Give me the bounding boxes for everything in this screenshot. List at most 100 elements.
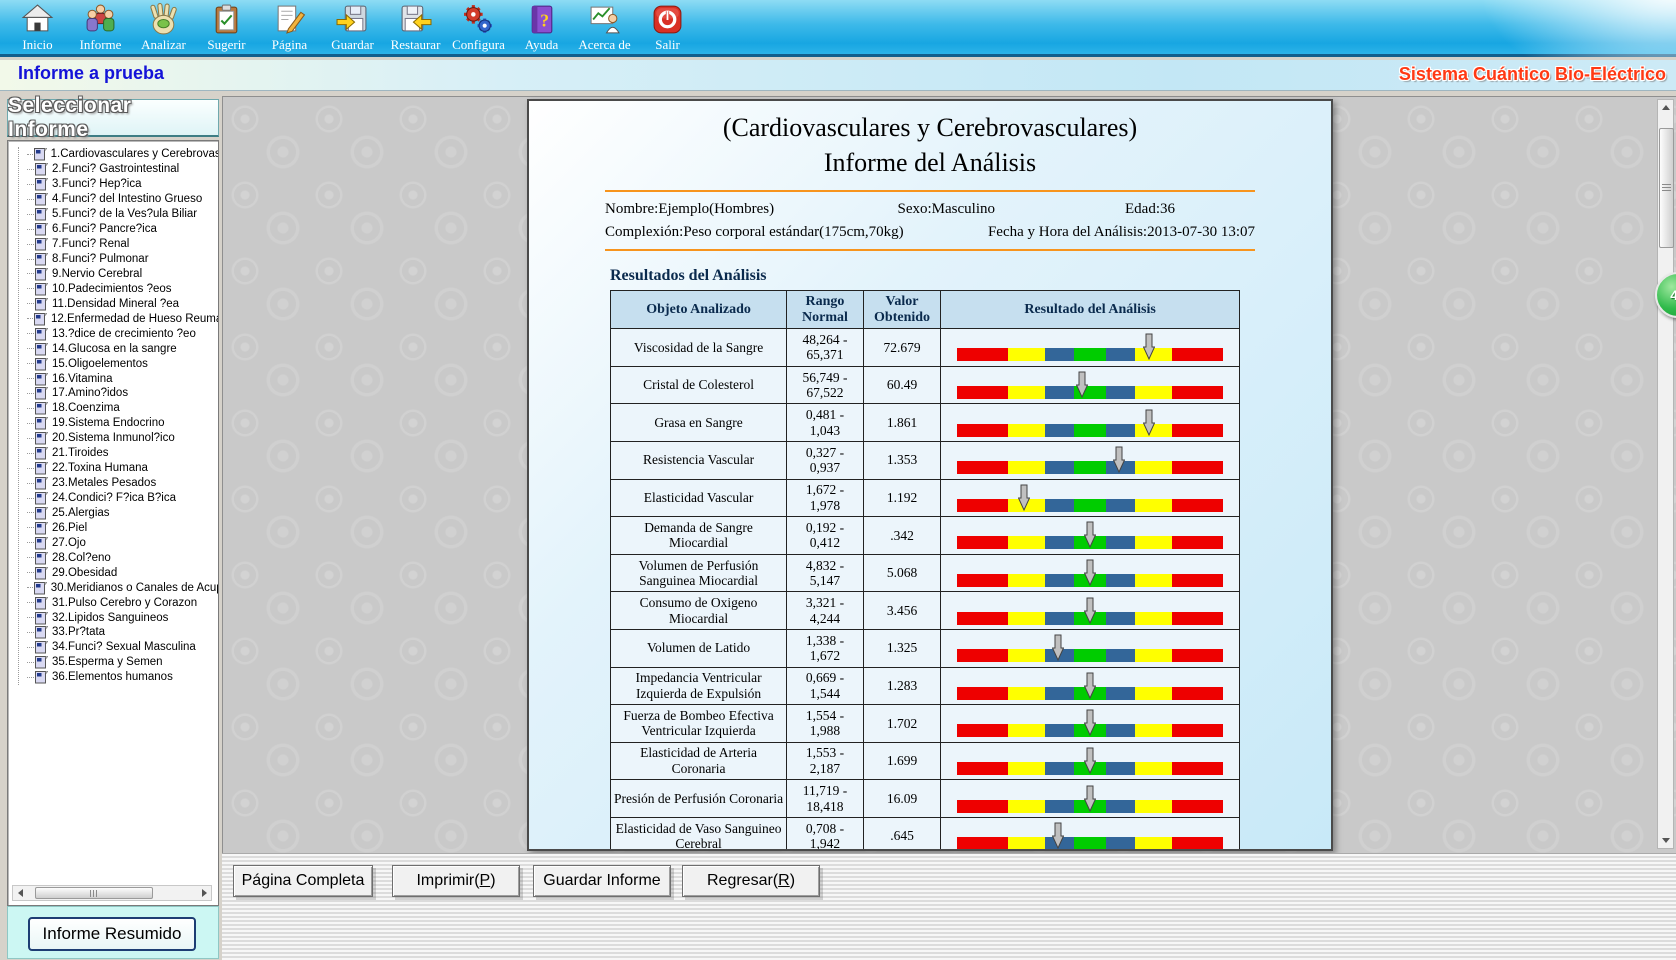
informe-resumido-button[interactable]: Informe Resumido xyxy=(28,917,196,951)
toolbar-button-inicio[interactable]: Inicio xyxy=(6,0,69,55)
result-range: 1,672 - 1,978 xyxy=(787,479,864,517)
sidebar-item-label: 28.Col?eno xyxy=(52,552,111,564)
sidebar-item-label: 9.Nervio Cerebral xyxy=(52,268,142,280)
result-value: 1.325 xyxy=(863,629,940,667)
sidebar-item-30[interactable]: 30.Meridianos o Canales de Acupuntura xyxy=(27,580,218,595)
sidebar-item-34[interactable]: 34.Funci? Sexual Masculina xyxy=(27,640,218,655)
result-bar-cell xyxy=(941,705,1240,743)
report-doc-icon xyxy=(35,611,48,625)
sidebar-item-label: 12.Enfermedad de Hueso Reumatoide xyxy=(51,313,218,325)
result-name: Impedancia Ventricular Izquierda de Expu… xyxy=(611,667,787,705)
sidebar-item-19[interactable]: 19.Sistema Endocrino xyxy=(27,416,218,431)
result-value: 5.068 xyxy=(863,554,940,592)
result-marker-icon xyxy=(1143,409,1155,436)
result-row: Viscosidad de la Sangre48,264 - 65,37172… xyxy=(611,329,1240,367)
sidebar-item-18[interactable]: 18.Coenzima xyxy=(27,401,218,416)
main-vertical-scrollbar[interactable] xyxy=(1657,99,1674,849)
toolbar-button-acerca-de[interactable]: Acerca de xyxy=(573,0,636,55)
sidebar-item-11[interactable]: 11.Densidad Mineral ?ea xyxy=(27,296,218,311)
sidebar-item-20[interactable]: 20.Sistema Inmunol?ico xyxy=(27,431,218,446)
toolbar-button-analizar[interactable]: Analizar xyxy=(132,0,195,55)
toolbar-button-configura[interactable]: Configura xyxy=(447,0,510,55)
bottom-button-bar: Página Completa Imprimir(P) Guardar Info… xyxy=(222,853,1676,960)
sidebar-item-8[interactable]: 8.Funci? Pulmonar xyxy=(27,252,218,267)
toolbar-button-sugerir[interactable]: Sugerir xyxy=(195,0,258,55)
sidebar-item-23[interactable]: 23.Metales Pesados xyxy=(27,476,218,491)
toolbar-button-restaurar[interactable]: Restaurar xyxy=(384,0,447,55)
sidebar-item-label: 29.Obesidad xyxy=(52,567,117,579)
toolbar-button-informe[interactable]: Informe xyxy=(69,0,132,55)
guardar-informe-button[interactable]: Guardar Informe xyxy=(533,865,671,897)
imprimir-button[interactable]: Imprimir(P) xyxy=(392,865,520,897)
sidebar-item-14[interactable]: 14.Glucosa en la sangre xyxy=(27,341,218,356)
tree-horizontal-scrollbar[interactable] xyxy=(12,885,212,901)
toolbar-button-pagina[interactable]: Página xyxy=(258,0,321,55)
sidebar-item-9[interactable]: 9.Nervio Cerebral xyxy=(27,267,218,282)
scroll-down-arrow-icon[interactable] xyxy=(1658,833,1673,848)
sidebar-item-27[interactable]: 27.Ojo xyxy=(27,535,218,550)
report-doc-icon xyxy=(34,147,47,161)
report-doc-icon xyxy=(35,491,48,505)
result-bar-cell xyxy=(941,404,1240,442)
report-title: (Cardiovasculares y Cerebrovasculares) I… xyxy=(529,111,1331,180)
result-name: Demanda de Sangre Miocardial xyxy=(611,517,787,555)
sidebar-item-12[interactable]: 12.Enfermedad de Hueso Reumatoide xyxy=(27,311,218,326)
sidebar-item-22[interactable]: 22.Toxina Humana xyxy=(27,461,218,476)
sidebar-item-5[interactable]: 5.Funci? de la Ves?ula Biliar xyxy=(27,207,218,222)
sidebar-item-24[interactable]: 24.Condici? F?ica B?ica xyxy=(27,491,218,506)
result-name: Fuerza de Bombeo Efectiva Ventricular Iz… xyxy=(611,705,787,743)
sidebar-item-label: 32.Lipidos Sanguineos xyxy=(52,612,168,624)
report-doc-icon xyxy=(35,267,48,281)
sidebar-item-35[interactable]: 35.Esperma y Semen xyxy=(27,655,218,670)
result-name: Presión de Perfusión Coronaria xyxy=(611,780,787,818)
result-range: 48,264 - 65,371 xyxy=(787,329,864,367)
sidebar-item-33[interactable]: 33.Pr?tata xyxy=(27,625,218,640)
sidebar-item-26[interactable]: 26.Piel xyxy=(27,520,218,535)
result-value: 1.699 xyxy=(863,742,940,780)
sidebar-item-17[interactable]: 17.Amino?idos xyxy=(27,386,218,401)
sidebar-item-13[interactable]: 13.?dice de crecimiento ?eo xyxy=(27,326,218,341)
sidebar-item-16[interactable]: 16.Vitamina xyxy=(27,371,218,386)
scroll-up-arrow-icon[interactable] xyxy=(1658,100,1673,115)
sidebar-item-36[interactable]: 36.Elementos humanos xyxy=(27,670,218,685)
scroll-right-arrow-icon[interactable] xyxy=(197,887,211,899)
result-bar-cell xyxy=(941,780,1240,818)
report-doc-icon xyxy=(35,655,48,669)
tree-scroll-track[interactable] xyxy=(27,887,197,899)
regresar-button[interactable]: Regresar(R) xyxy=(682,865,820,897)
sidebar-item-10[interactable]: 10.Padecimientos ?eos xyxy=(27,281,218,296)
report-doc-icon xyxy=(35,401,48,415)
toolbar-button-guardar[interactable]: Guardar xyxy=(321,0,384,55)
sidebar-item-25[interactable]: 25.Alergias xyxy=(27,506,218,521)
sidebar-item-label: 17.Amino?idos xyxy=(52,387,128,399)
toolbar-label: Restaurar xyxy=(391,37,441,53)
sidebar-item-label: 35.Esperma y Semen xyxy=(52,656,163,668)
sidebar-item-15[interactable]: 15.Oligoelementos xyxy=(27,356,218,371)
sidebar-item-32[interactable]: 32.Lipidos Sanguineos xyxy=(27,610,218,625)
sidebar-item-21[interactable]: 21.Tiroides xyxy=(27,446,218,461)
result-marker-icon xyxy=(1084,559,1096,586)
sidebar-item-28[interactable]: 28.Col?eno xyxy=(27,550,218,565)
report-doc-icon xyxy=(35,521,48,535)
sidebar-item-label: 4.Funci? del Intestino Grueso xyxy=(52,193,202,205)
toolbar-button-ayuda[interactable]: ? Ayuda xyxy=(510,0,573,55)
report-doc-icon xyxy=(35,177,48,191)
sidebar-item-7[interactable]: 7.Funci? Renal xyxy=(27,237,218,252)
toolbar-button-salir[interactable]: Salir xyxy=(636,0,699,55)
result-marker-icon xyxy=(1084,747,1096,774)
tree-scroll-thumb[interactable] xyxy=(35,887,153,899)
sidebar-item-4[interactable]: 4.Funci? del Intestino Grueso xyxy=(27,192,218,207)
report-doc-icon xyxy=(35,297,48,311)
sidebar-item-3[interactable]: 3.Funci? Hep?ica xyxy=(27,177,218,192)
sidebar-item-label: 23.Metales Pesados xyxy=(52,477,156,489)
scroll-left-arrow-icon[interactable] xyxy=(13,887,27,899)
people-icon xyxy=(84,3,117,36)
main-scroll-thumb[interactable] xyxy=(1659,128,1674,248)
sidebar-item-6[interactable]: 6.Funci? Pancre?ica xyxy=(27,222,218,237)
sidebar-item-1[interactable]: 1.Cardiovasculares y Cerebrovasculares xyxy=(27,147,218,162)
sidebar-item-31[interactable]: 31.Pulso Cerebro y Corazon xyxy=(27,595,218,610)
result-marker-icon xyxy=(1113,446,1125,473)
sidebar-item-29[interactable]: 29.Obesidad xyxy=(27,565,218,580)
sidebar-item-2[interactable]: 2.Funci? Gastrointestinal xyxy=(27,162,218,177)
pagina-completa-button[interactable]: Página Completa xyxy=(233,865,373,897)
